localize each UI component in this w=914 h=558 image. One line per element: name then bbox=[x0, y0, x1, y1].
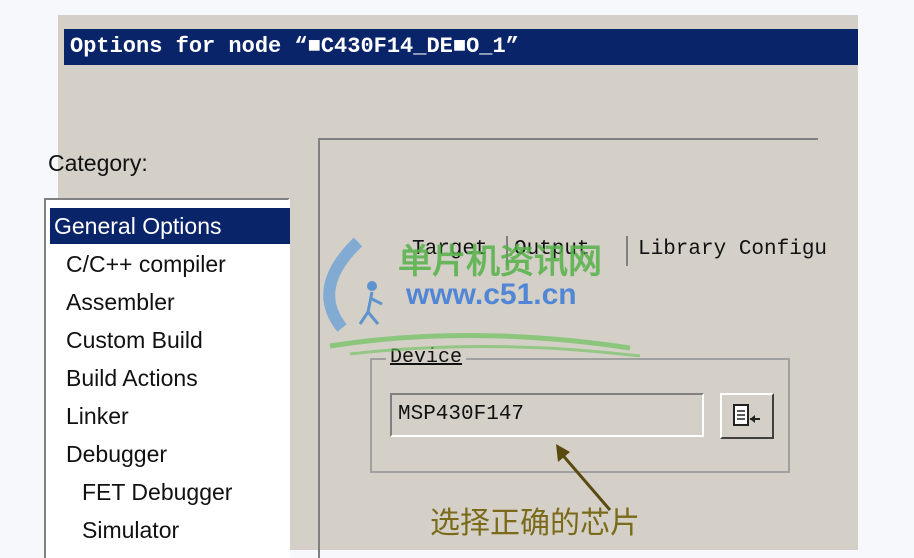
category-item-build-actions[interactable]: Build Actions bbox=[66, 360, 198, 396]
category-item-simulator[interactable]: Simulator bbox=[82, 512, 179, 548]
tab-divider bbox=[506, 236, 508, 266]
category-item-general-options[interactable]: General Options bbox=[50, 208, 290, 244]
device-select-icon bbox=[733, 404, 760, 426]
category-item-custom-build[interactable]: Custom Build bbox=[66, 322, 203, 358]
category-list[interactable]: General Options C/C++ compiler Assembler… bbox=[44, 198, 290, 558]
category-item-debugger[interactable]: Debugger bbox=[66, 436, 167, 472]
device-group-title-text: Device bbox=[390, 346, 463, 369]
category-label: Category: bbox=[48, 150, 148, 176]
tab-output[interactable]: Output bbox=[514, 238, 590, 261]
device-group-title: Device bbox=[386, 346, 467, 369]
category-item-assembler[interactable]: Assembler bbox=[66, 284, 175, 320]
tab-strip: Target Output Library Configu bbox=[350, 232, 827, 272]
device-field[interactable]: MSP430F147 bbox=[390, 393, 704, 437]
tab-divider bbox=[626, 236, 628, 266]
dialog-title: Options for node “■C430F14_DE■O_1” bbox=[64, 29, 858, 65]
device-select-button[interactable] bbox=[720, 393, 774, 439]
category-item-fet-debugger[interactable]: FET Debugger bbox=[82, 474, 232, 510]
category-item-c-compiler[interactable]: C/C++ compiler bbox=[66, 246, 226, 282]
category-item-linker[interactable]: Linker bbox=[66, 398, 129, 434]
tab-library-configuration[interactable]: Library Configu bbox=[638, 238, 827, 261]
tab-target[interactable]: Target bbox=[412, 238, 488, 261]
annotation-text: 选择正确的芯片 bbox=[430, 507, 640, 540]
